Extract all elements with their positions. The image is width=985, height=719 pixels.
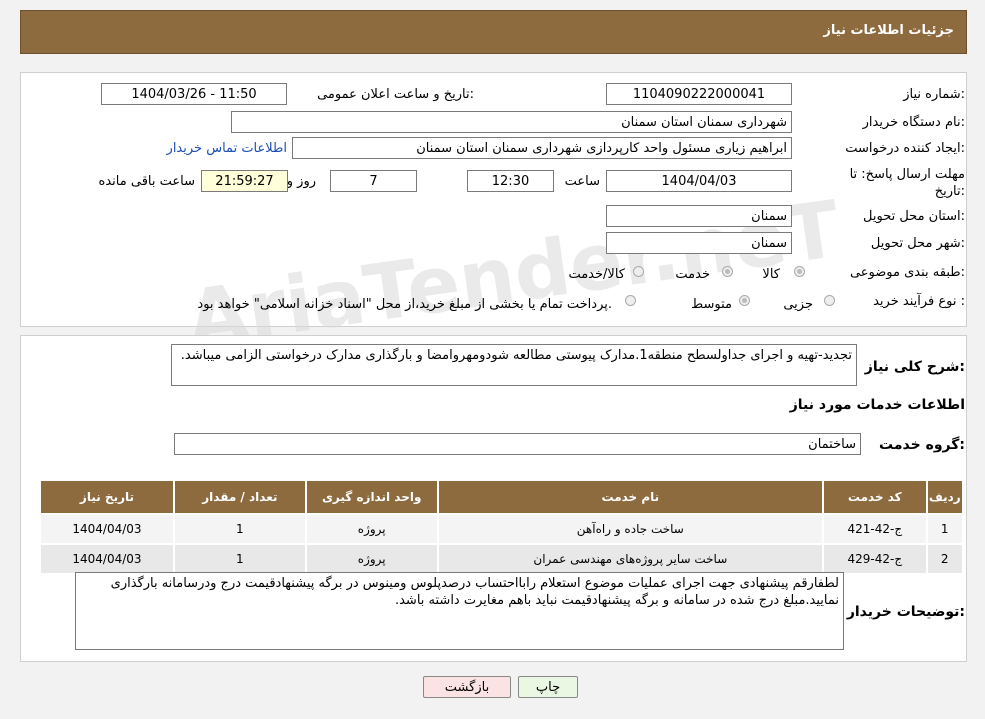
category-radio-service[interactable] — [722, 266, 733, 277]
buyer-org-field: شهرداری سمنان استان سمنان — [231, 111, 792, 133]
cell-service-code: ج-42-421 — [822, 513, 928, 545]
purchase-option-minor: جزیی — [783, 297, 813, 312]
cell-row-num: 2 — [925, 543, 964, 575]
need-number-label: شماره نیاز: — [903, 87, 965, 102]
deadline-time-field: 12:30 — [467, 170, 554, 192]
service-group-field: ساختمان — [174, 433, 861, 455]
page-title: جزئیات اطلاعات نیاز — [823, 23, 954, 38]
buyer-notes-textarea: لطفارقم پیشنهادی جهت اجرای عملیات موضوع … — [75, 572, 844, 650]
deadline-remaining-field: 21:59:27 — [201, 170, 288, 192]
province-label: استان محل تحویل: — [863, 209, 965, 224]
announce-label: تاریخ و ساعت اعلان عمومی: — [317, 87, 474, 102]
deadline-label-line1: مهلت ارسال پاسخ: تا — [849, 167, 965, 182]
cell-service-code: ج-42-429 — [822, 543, 928, 575]
services-table-wrap: ردیف کد خدمت نام خدمت واحد اندازه گیری ت… — [39, 479, 964, 575]
treasury-note: پرداخت تمام یا بخشی از مبلغ خرید،از محل … — [197, 297, 612, 312]
col-header-service-name: نام خدمت — [436, 479, 825, 515]
cell-row-num: 1 — [925, 513, 964, 545]
deadline-time-label: ساعت — [564, 174, 600, 189]
category-option-both: کالا/خدمت — [568, 267, 625, 282]
category-option-service: خدمت — [675, 267, 710, 282]
category-radio-goods[interactable] — [794, 266, 805, 277]
city-label: شهر محل تحویل: — [870, 236, 965, 251]
announce-field: 1404/03/26 - 11:50 — [101, 83, 287, 105]
category-label: طبقه بندی موضوعی: — [849, 265, 965, 280]
category-option-goods: کالا — [762, 267, 780, 282]
page-header: جزئیات اطلاعات نیاز — [20, 10, 967, 54]
buyer-org-label: نام دستگاه خریدار: — [862, 115, 965, 130]
purchase-radio-treasury[interactable] — [625, 295, 636, 306]
cell-quantity: 1 — [172, 543, 307, 575]
purchase-radio-minor[interactable] — [824, 295, 835, 306]
services-section-title: اطلاعات خدمات مورد نیاز — [789, 397, 965, 413]
col-header-service-code: کد خدمت — [822, 479, 928, 515]
deadline-remaining-label: ساعت باقی مانده — [98, 174, 195, 189]
purchase-radio-medium[interactable] — [739, 295, 750, 306]
cell-service-name: ساخت سایر پروژه‌های مهندسی عمران — [436, 543, 825, 575]
service-group-label: گروه خدمت: — [879, 437, 965, 453]
cell-need-date: 1404/04/03 — [39, 513, 175, 545]
deadline-days-label: روز و — [286, 174, 316, 189]
cell-need-date: 1404/04/03 — [39, 543, 175, 575]
cell-unit: پروژه — [304, 513, 439, 545]
table-header-row: ردیف کد خدمت نام خدمت واحد اندازه گیری ت… — [39, 479, 964, 515]
purchase-type-label: نوع فرآیند خرید : — [873, 294, 965, 309]
cell-service-name: ساخت جاده و راه‌آهن — [436, 513, 825, 545]
purchase-option-medium: متوسط — [691, 297, 732, 312]
print-button[interactable]: چاپ — [518, 676, 578, 698]
deadline-date-field: 1404/04/03 — [606, 170, 792, 192]
services-table: ردیف کد خدمت نام خدمت واحد اندازه گیری ت… — [39, 479, 964, 575]
city-field: سمنان — [606, 232, 792, 254]
back-button[interactable]: بازگشت — [423, 676, 511, 698]
col-header-need-date: تاریخ نیاز — [39, 479, 175, 515]
cell-unit: پروژه — [304, 543, 439, 575]
province-field: سمنان — [606, 205, 792, 227]
creator-label: ایجاد کننده درخواست: — [845, 141, 965, 156]
col-header-quantity: تعداد / مقدار — [172, 479, 307, 515]
category-radio-both[interactable] — [633, 266, 644, 277]
deadline-days-field: 7 — [330, 170, 417, 192]
buyer-notes-label: توضیحات خریدار: — [846, 604, 965, 620]
col-header-row-num: ردیف — [925, 479, 964, 515]
table-row: 2 ج-42-429 ساخت سایر پروژه‌های مهندسی عم… — [39, 543, 964, 575]
description-label: شرح کلی نیاز: — [864, 359, 965, 375]
buyer-contact-link[interactable]: اطلاعات تماس خریدار — [167, 141, 287, 156]
col-header-unit: واحد اندازه گیری — [304, 479, 439, 515]
description-textarea: تجدید-تهیه و اجرای جداولسطح منطقه1.مدارک… — [171, 344, 857, 386]
creator-field: ابراهیم زیاری مسئول واحد کارپردازی شهردا… — [292, 137, 792, 159]
deadline-label-line2: تاریخ: — [934, 184, 965, 199]
need-number-field: 1104090222000041 — [606, 83, 792, 105]
table-row: 1 ج-42-421 ساخت جاده و راه‌آهن پروژه 1 1… — [39, 513, 964, 545]
cell-quantity: 1 — [172, 513, 307, 545]
